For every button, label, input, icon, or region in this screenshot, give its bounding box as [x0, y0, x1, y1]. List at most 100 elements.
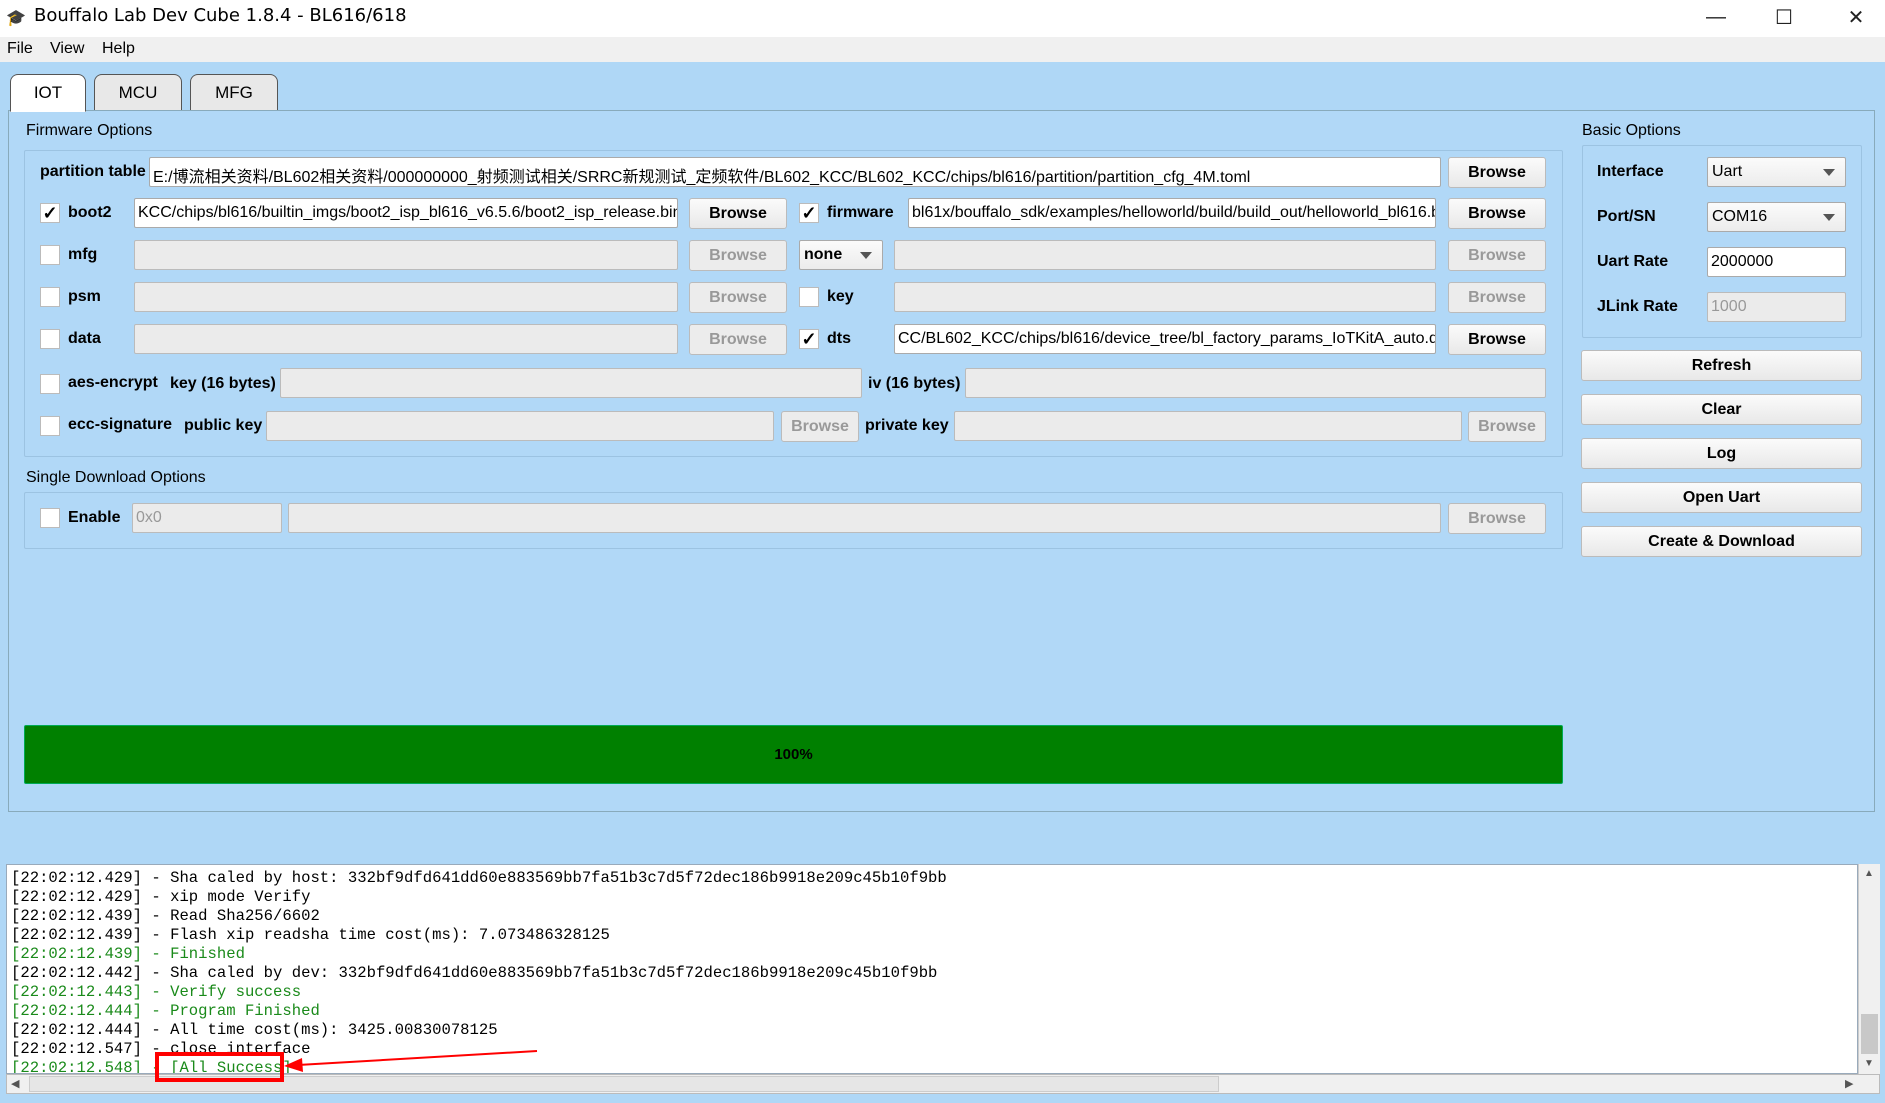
uart-rate-label: Uart Rate — [1597, 253, 1669, 270]
log-button[interactable]: Log — [1581, 438, 1862, 469]
firmware-options-label: Firmware Options — [26, 122, 153, 139]
scroll-thumb[interactable] — [1861, 1014, 1878, 1054]
mfg-extra-browse-button[interactable]: Browse — [1448, 240, 1546, 271]
menu-help[interactable]: Help — [102, 40, 135, 58]
single-download-label: Single Download Options — [26, 469, 206, 486]
mfg-label: mfg — [68, 246, 98, 263]
boot2-input[interactable]: KCC/chips/bl616/builtin_imgs/boot2_isp_b… — [134, 198, 678, 228]
progress-bar: 100% — [24, 725, 1563, 784]
firmware-checkbox[interactable]: ✓ — [799, 203, 819, 223]
dts-browse-button[interactable]: Browse — [1448, 324, 1546, 355]
menu-file[interactable]: File — [7, 40, 33, 58]
log-line: [22:02:12.443] - Verify success — [11, 983, 302, 1001]
psm-input[interactable] — [134, 282, 678, 312]
aes-iv-input[interactable] — [965, 368, 1546, 398]
private-key-browse-button[interactable]: Browse — [1468, 411, 1546, 442]
firmware-browse-button[interactable]: Browse — [1448, 198, 1546, 229]
jlink-rate-input[interactable]: 1000 — [1707, 292, 1846, 322]
partition-table-label: partition table — [40, 163, 146, 180]
close-button[interactable]: ✕ — [1828, 0, 1884, 34]
log-line: [22:02:12.439] - Finished — [11, 945, 245, 963]
key-checkbox[interactable] — [799, 287, 819, 307]
boot2-label: boot2 — [68, 204, 112, 221]
single-browse-button[interactable]: Browse — [1448, 503, 1546, 534]
firmware-label: firmware — [827, 204, 894, 221]
mfg-checkbox[interactable] — [40, 245, 60, 265]
data-browse-button[interactable]: Browse — [689, 324, 787, 355]
aes-iv-label: iv (16 bytes) — [868, 375, 961, 392]
psm-checkbox[interactable] — [40, 287, 60, 307]
chevron-down-icon — [1823, 214, 1835, 221]
basic-options-label: Basic Options — [1582, 122, 1681, 139]
menu-view[interactable]: View — [50, 40, 84, 58]
key-input[interactable] — [894, 282, 1436, 312]
private-key-input[interactable] — [954, 411, 1462, 441]
mfg-input[interactable] — [134, 240, 678, 270]
open-uart-button[interactable]: Open Uart — [1581, 482, 1862, 513]
log-line: [22:02:12.439] - Flash xip readsha time … — [11, 926, 610, 944]
chevron-down-icon — [1823, 169, 1835, 176]
scroll-up-icon[interactable]: ▲ — [1864, 868, 1874, 879]
boot2-browse-button[interactable]: Browse — [689, 198, 787, 229]
firmware-input[interactable]: bl61x/bouffalo_sdk/examples/helloworld/b… — [908, 198, 1436, 228]
clear-button[interactable]: Clear — [1581, 394, 1862, 425]
interface-label: Interface — [1597, 163, 1664, 180]
mfg-extra-input[interactable] — [894, 240, 1436, 270]
log-line: [22:02:12.429] - Sha caled by host: 332b… — [11, 869, 947, 887]
partition-browse-button[interactable]: Browse — [1448, 157, 1546, 188]
maximize-button[interactable]: ☐ — [1756, 0, 1812, 34]
boot2-checkbox[interactable]: ✓ — [40, 203, 60, 223]
data-input[interactable] — [134, 324, 678, 354]
annotation-highlight-box — [155, 1052, 284, 1082]
mfg-type-select[interactable]: none — [799, 240, 883, 270]
aes-key-input[interactable] — [280, 368, 862, 398]
tab-iot[interactable]: IOT — [10, 74, 86, 112]
data-checkbox[interactable] — [40, 329, 60, 349]
refresh-button[interactable]: Refresh — [1581, 350, 1862, 381]
aes-encrypt-checkbox[interactable] — [40, 374, 60, 394]
menu-bar: File View Help — [0, 37, 1885, 62]
log-output[interactable]: [22:02:12.429] - Sha caled by host: 332b… — [6, 864, 1858, 1074]
port-select[interactable]: COM16 — [1707, 202, 1846, 232]
log-line: [22:02:12.439] - Read Sha256/6602 — [11, 907, 320, 925]
log-line: [22:02:12.548] - [All Success] — [11, 1059, 292, 1074]
single-enable-checkbox[interactable] — [40, 508, 60, 528]
log-line: [22:02:12.429] - xip mode Verify — [11, 888, 311, 906]
chevron-down-icon — [860, 252, 872, 259]
uart-rate-input[interactable]: 2000000 — [1707, 247, 1846, 277]
progress-label: 100% — [774, 746, 813, 763]
log-line: [22:02:12.444] - Program Finished — [11, 1002, 320, 1020]
mfg-type-value: none — [804, 246, 843, 263]
partition-table-input[interactable]: E:/博流相关资料/BL602相关资料/000000000_射频测试相关/SRR… — [149, 157, 1441, 187]
ecc-signature-checkbox[interactable] — [40, 416, 60, 436]
single-file-input[interactable] — [288, 503, 1441, 533]
window-title: Bouffalo Lab Dev Cube 1.8.4 - BL616/618 — [34, 5, 407, 26]
aes-key-label: key (16 bytes) — [170, 375, 276, 392]
tab-mcu[interactable]: MCU — [94, 74, 182, 111]
key-browse-button[interactable]: Browse — [1448, 282, 1546, 313]
port-label: Port/SN — [1597, 208, 1656, 225]
public-key-input[interactable] — [266, 411, 774, 441]
port-value: COM16 — [1712, 208, 1768, 225]
log-horizontal-scrollbar[interactable]: ◀ ▶ — [6, 1074, 1880, 1094]
create-download-button[interactable]: Create & Download — [1581, 526, 1862, 557]
app-logo-icon: 🎓 — [6, 10, 26, 27]
dts-input[interactable]: CC/BL602_KCC/chips/bl616/device_tree/bl_… — [894, 324, 1436, 354]
jlink-rate-label: JLink Rate — [1597, 298, 1678, 315]
tab-mfg[interactable]: MFG — [190, 74, 278, 111]
title-bar: 🎓 Bouffalo Lab Dev Cube 1.8.4 - BL616/61… — [0, 0, 1885, 37]
psm-browse-button[interactable]: Browse — [689, 282, 787, 313]
interface-select[interactable]: Uart — [1707, 157, 1846, 187]
minimize-button[interactable]: — — [1688, 0, 1744, 34]
public-key-browse-button[interactable]: Browse — [781, 411, 859, 442]
mfg-browse-button[interactable]: Browse — [689, 240, 787, 271]
scroll-right-icon[interactable]: ▶ — [1845, 1077, 1853, 1090]
single-address-input[interactable]: 0x0 — [132, 503, 282, 533]
log-vertical-scrollbar[interactable]: ▲ ▼ — [1858, 864, 1880, 1074]
private-key-label: private key — [865, 417, 949, 434]
dts-checkbox[interactable]: ✓ — [799, 329, 819, 349]
scroll-left-icon[interactable]: ◀ — [11, 1077, 19, 1090]
scroll-down-icon[interactable]: ▼ — [1864, 1058, 1874, 1069]
public-key-label: public key — [184, 417, 263, 434]
single-enable-label: Enable — [68, 509, 121, 526]
